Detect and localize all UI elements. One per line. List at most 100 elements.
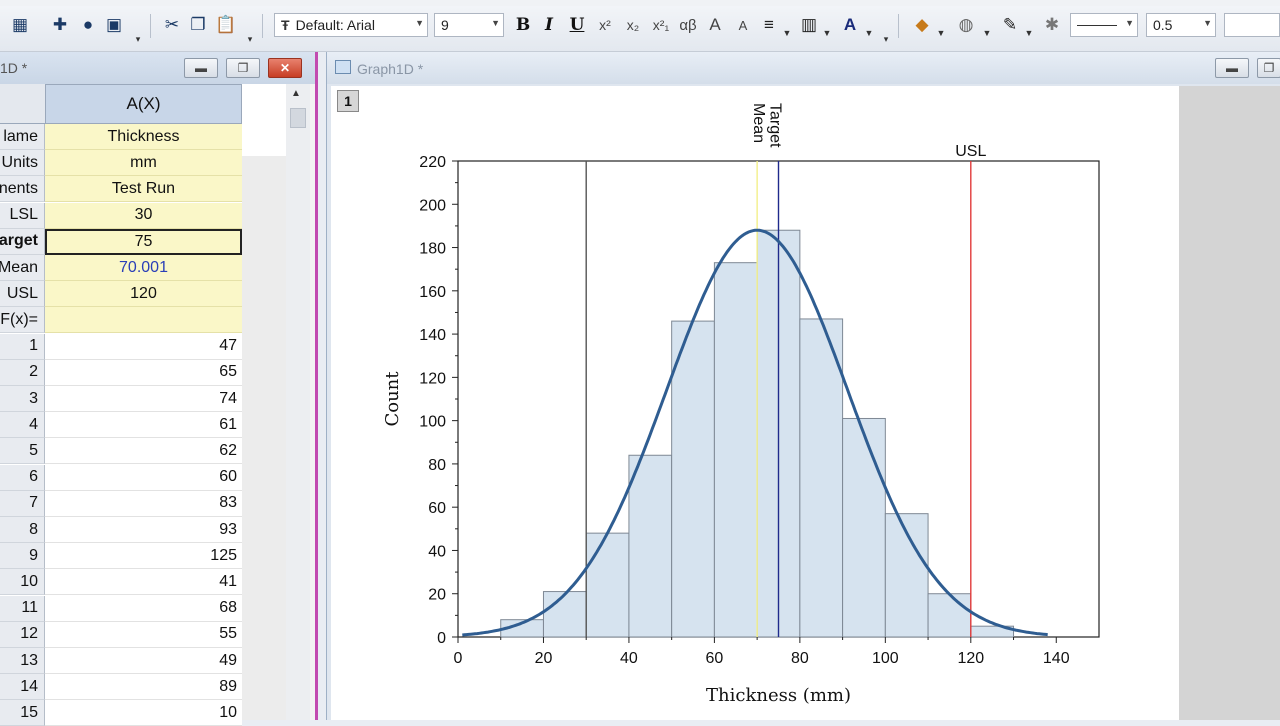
toolbar-overflow-icon[interactable]: ▾ — [132, 26, 144, 52]
cut-icon[interactable]: ✂ — [160, 12, 184, 38]
meta-row-label[interactable]: lame — [0, 124, 45, 150]
pattern-dropdown-icon[interactable]: ▼ — [982, 20, 992, 46]
row-number[interactable]: 11 — [0, 595, 45, 622]
add-column-icon[interactable]: ✚ — [48, 12, 72, 38]
meta-row-label[interactable]: Units — [0, 150, 45, 177]
close-button[interactable]: ✕ — [268, 58, 302, 78]
graph-minimize-button[interactable]: ▬ — [1215, 58, 1249, 78]
histogram-bar[interactable] — [628, 454, 673, 638]
meta-cell[interactable]: 70.001 — [45, 255, 242, 281]
row-number[interactable]: 2 — [0, 359, 45, 386]
graph-titlebar[interactable]: Graph1D * ▬ ❐ — [327, 52, 1280, 84]
data-cell[interactable]: 74 — [45, 386, 242, 412]
meta-row-label[interactable]: arget — [0, 228, 45, 255]
align-dropdown-icon[interactable]: ▼ — [782, 20, 792, 46]
italic-icon[interactable]: I — [538, 12, 560, 38]
sub-superscript-icon[interactable]: x²₁ — [650, 12, 672, 38]
reference-label-target[interactable]: Target — [767, 103, 784, 148]
fill-color-icon[interactable]: ◆ — [910, 12, 934, 38]
bold-icon[interactable]: B — [512, 12, 534, 38]
histogram-bar[interactable] — [585, 532, 630, 638]
font-color-dropdown-icon[interactable]: ▼ — [864, 20, 874, 46]
row-number[interactable]: 9 — [0, 543, 45, 570]
decrease-font-icon[interactable]: A — [732, 12, 754, 38]
symbol-icon[interactable]: ✱ — [1040, 12, 1064, 38]
row-number[interactable]: 13 — [0, 648, 45, 674]
worksheet-titlebar[interactable]: 1D * ▬ ❐ ✕ — [0, 52, 315, 84]
new-worksheet-icon[interactable]: ▦ — [6, 12, 34, 38]
data-cell[interactable]: 89 — [45, 674, 242, 701]
data-cell[interactable]: 65 — [45, 359, 242, 386]
row-number[interactable]: 5 — [0, 438, 45, 465]
graph-restore-button[interactable]: ❐ — [1257, 58, 1280, 78]
duplicate-icon[interactable]: ▣ — [102, 12, 126, 38]
histogram-chart[interactable]: 0 20 40 60 80 100 120 140 160 180 200 220 0 20 40 60 80 1… — [331, 86, 1179, 720]
data-cell[interactable]: 62 — [45, 438, 242, 465]
row-number[interactable]: 7 — [0, 490, 45, 517]
row-number[interactable]: 1 — [0, 333, 45, 360]
scroll-up-icon[interactable]: ▲ — [291, 88, 301, 99]
graph-page[interactable]: 1 0 20 40 60 80 100 120 140 160 180 200 220 0 20 40 60 8… — [331, 86, 1179, 720]
pattern-icon[interactable]: ◍ — [954, 12, 978, 38]
paste-icon[interactable]: 📋 — [214, 12, 238, 38]
data-cell[interactable]: 93 — [45, 517, 242, 543]
font-size-select[interactable]: 9 ▼ — [434, 13, 504, 37]
y-axis-title[interactable]: Count — [382, 371, 403, 427]
histogram-bar[interactable] — [799, 318, 844, 638]
histogram-bar[interactable] — [842, 417, 886, 638]
increase-font-icon[interactable]: A — [704, 12, 726, 38]
font-color-icon[interactable]: A — [838, 12, 862, 38]
histogram-bar[interactable] — [713, 262, 758, 638]
data-cell[interactable]: 49 — [45, 648, 242, 674]
subscript-icon[interactable]: x₂ — [622, 12, 644, 38]
restore-button[interactable]: ❐ — [226, 58, 260, 78]
superscript-icon[interactable]: x² — [594, 12, 616, 38]
meta-cell[interactable]: 75 — [45, 228, 242, 255]
meta-row-label[interactable]: nents — [0, 176, 45, 203]
column-header-a[interactable]: A(X) — [45, 84, 242, 124]
line-color-icon[interactable]: ✎ — [998, 12, 1022, 38]
data-cell[interactable]: 47 — [45, 333, 242, 360]
copy-icon[interactable]: ❐ — [186, 12, 210, 38]
data-cell[interactable]: 61 — [45, 412, 242, 439]
toolbar-overflow-icon-2[interactable]: ▾ — [244, 26, 256, 52]
font-name-select[interactable]: Ŧ Default: Arial ▼ — [274, 13, 428, 37]
align-icon[interactable]: ≡ — [758, 12, 780, 38]
row-number[interactable]: 12 — [0, 621, 45, 648]
line-color-dropdown-icon[interactable]: ▼ — [1024, 20, 1034, 46]
extra-style-select[interactable] — [1224, 13, 1280, 37]
meta-row-label[interactable]: Mean — [0, 255, 45, 281]
meta-cell[interactable]: mm — [45, 150, 242, 177]
scroll-thumb[interactable] — [290, 108, 306, 128]
meta-row-label[interactable]: LSL — [0, 202, 45, 229]
line-width-select[interactable]: 0.5 ▼ — [1146, 13, 1216, 37]
minimize-button[interactable]: ▬ — [184, 58, 218, 78]
histogram-bar[interactable] — [542, 591, 587, 638]
fill-color-dropdown-icon[interactable]: ▼ — [936, 20, 946, 46]
column-align-dropdown-icon[interactable]: ▼ — [822, 20, 832, 46]
data-cell[interactable]: 55 — [45, 621, 242, 648]
row-number[interactable]: 3 — [0, 386, 45, 412]
data-cell[interactable]: 83 — [45, 490, 242, 517]
meta-cell[interactable]: Thickness — [45, 124, 242, 150]
reference-label-usl[interactable]: USL — [955, 143, 986, 160]
row-number[interactable]: 15 — [0, 700, 45, 726]
data-cell[interactable]: 41 — [45, 569, 242, 596]
meta-row-label[interactable]: USL — [0, 281, 45, 308]
row-number[interactable]: 10 — [0, 569, 45, 596]
toolbar-overflow-icon-3[interactable]: ▾ — [880, 26, 892, 52]
meta-cell[interactable] — [45, 307, 242, 334]
import-icon[interactable]: ● — [76, 12, 100, 38]
row-number[interactable]: 4 — [0, 412, 45, 439]
meta-row-label[interactable]: F(x)= — [0, 307, 45, 334]
data-cell[interactable]: 60 — [45, 464, 242, 491]
row-number[interactable]: 6 — [0, 464, 45, 491]
meta-cell[interactable]: 120 — [45, 281, 242, 308]
worksheet-vertical-scrollbar[interactable]: ▲ — [286, 84, 310, 720]
greek-icon[interactable]: αβ — [676, 12, 700, 38]
line-style-select[interactable]: ▼ — [1070, 13, 1138, 37]
x-axis-title[interactable]: Thickness (mm) — [706, 685, 851, 706]
reference-label-mean[interactable]: Mean — [750, 103, 767, 143]
meta-cell[interactable]: Test Run — [45, 176, 242, 203]
worksheet-grid[interactable]: A(X) lame Thickness Units mm nents Test Run LS… — [0, 84, 286, 726]
